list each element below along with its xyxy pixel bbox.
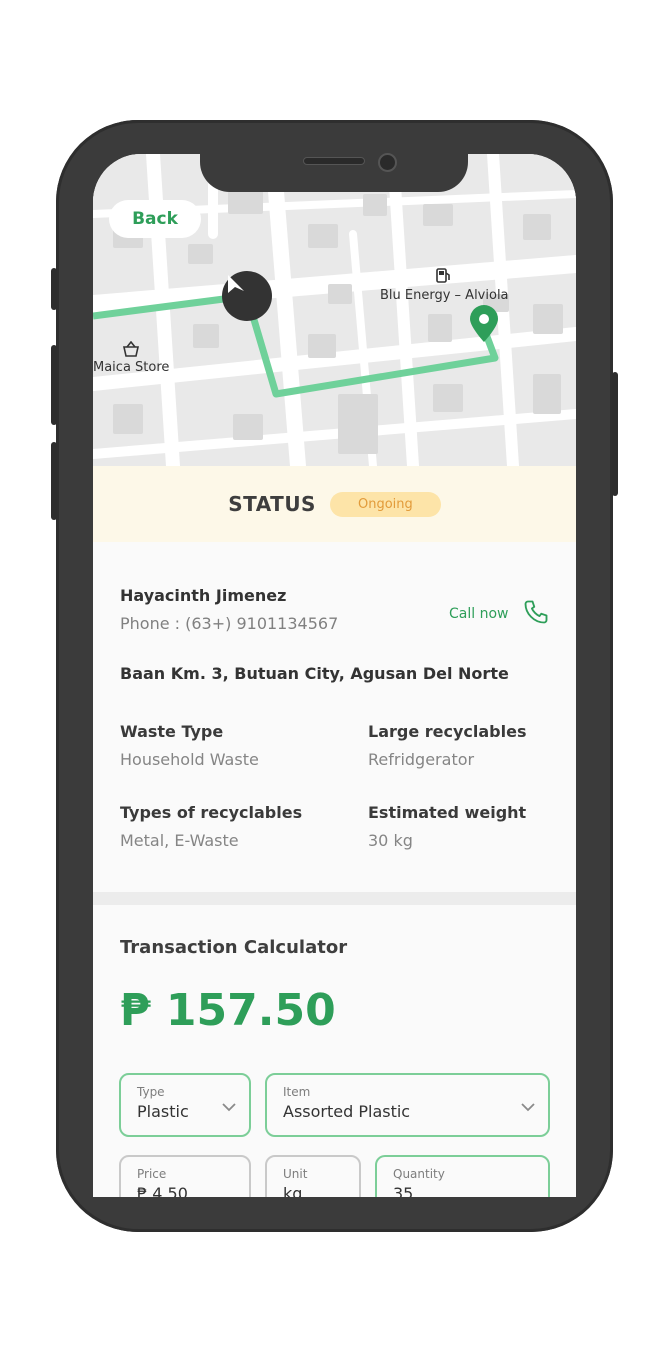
transaction-calculator: Transaction Calculator ₱ 157.50 Type Pla…: [93, 905, 576, 1197]
type-select[interactable]: Type Plastic: [119, 1073, 251, 1137]
large-recyclables-value: Refridgerator: [368, 750, 475, 769]
poi-label-fuel: Blu Energy – Alviola: [380, 288, 509, 303]
price-field[interactable]: Price ₱ 4.50: [119, 1155, 251, 1197]
volume-up-button: [51, 345, 57, 425]
quantity-field-label: Quantity: [393, 1167, 445, 1181]
recyclable-types-value: Metal, E-Waste: [120, 831, 239, 850]
unit-field[interactable]: Unit kg: [265, 1155, 361, 1197]
estimated-weight-value: 30 kg: [368, 831, 413, 850]
unit-field-value: kg: [283, 1184, 303, 1197]
status-title: STATUS: [228, 492, 316, 516]
price-field-value: ₱ 4.50: [137, 1184, 188, 1197]
waste-type-label: Waste Type: [120, 722, 224, 741]
map-view[interactable]: Back Blu Energy – Alviola Maica Store: [93, 154, 576, 466]
pickup-address: Baan Km. 3, Butuan City, Agusan Del Nort…: [120, 664, 509, 683]
customer-phone: Phone : (63+) 9101134567: [120, 614, 339, 633]
large-recyclables-label: Large recyclables: [368, 722, 527, 741]
calculator-total: ₱ 157.50: [120, 985, 336, 1036]
back-button[interactable]: Back: [109, 200, 201, 238]
status-bar: STATUS Ongoing: [93, 466, 576, 542]
waste-type-value: Household Waste: [120, 750, 259, 769]
status-badge: Ongoing: [329, 491, 441, 517]
call-now-label: Call now: [449, 606, 509, 622]
call-now-button[interactable]: Call now: [449, 598, 550, 630]
volume-down-button: [51, 442, 57, 520]
poi-label-store: Maica Store: [93, 360, 170, 375]
speaker-grille: [303, 157, 365, 165]
calculator-title: Transaction Calculator: [120, 937, 348, 958]
quantity-field-value: 35: [393, 1184, 414, 1197]
section-divider: [93, 892, 576, 905]
app-screen: Back Blu Energy – Alviola Maica Store ST…: [93, 154, 576, 1197]
navigation-arrow-icon: [222, 271, 272, 321]
customer-name: Hayacinth Jimenez: [120, 586, 287, 605]
mute-switch: [51, 268, 57, 310]
type-select-label: Type: [137, 1085, 165, 1099]
customer-info-section: Hayacinth Jimenez Phone : (63+) 91011345…: [93, 542, 576, 892]
item-select[interactable]: Item Assorted Plastic: [265, 1073, 550, 1137]
chevron-down-icon: [221, 1097, 237, 1116]
unit-field-label: Unit: [283, 1167, 308, 1181]
quantity-field[interactable]: Quantity 35: [375, 1155, 550, 1197]
chevron-down-icon: [520, 1097, 536, 1116]
item-select-value: Assorted Plastic: [283, 1102, 411, 1121]
front-camera: [378, 153, 397, 172]
phone-notch: [200, 153, 468, 192]
power-button: [612, 372, 618, 496]
price-field-label: Price: [137, 1167, 167, 1181]
type-select-value: Plastic: [137, 1102, 189, 1121]
recyclable-types-label: Types of recyclables: [120, 803, 303, 822]
estimated-weight-label: Estimated weight: [368, 803, 527, 822]
item-select-label: Item: [283, 1085, 311, 1099]
phone-icon: [522, 598, 550, 630]
